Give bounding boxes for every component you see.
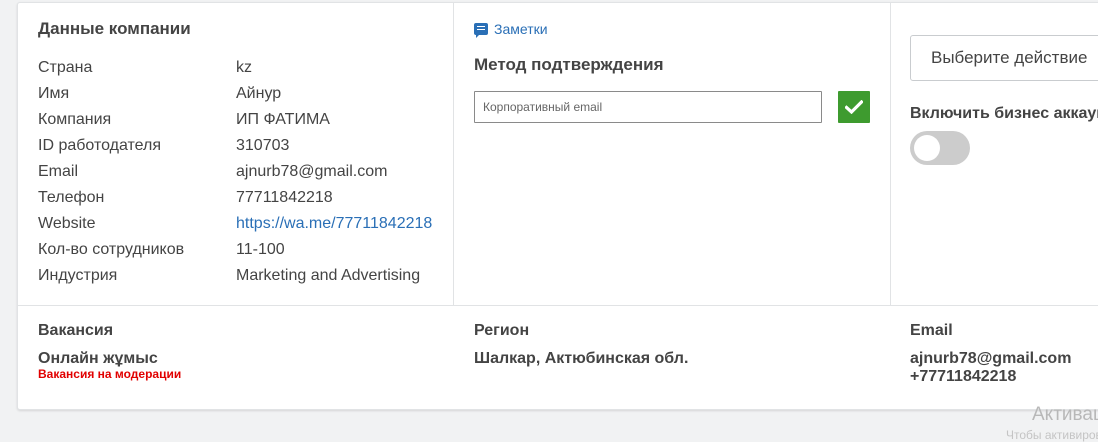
actions-panel: Выберите действие Включить бизнес аккаун… <box>891 3 1098 305</box>
action-select[interactable]: Выберите действие <box>910 35 1098 81</box>
employer-id-label: ID работодателя <box>38 137 162 154</box>
vacancy-summary: Вакансия Онлайн жұмыс Вакансия на модера… <box>18 305 1098 411</box>
moderation-status: Вакансия на модерации <box>38 367 182 381</box>
email-value: ajnurb78@gmail.com <box>236 163 388 180</box>
activation-watermark: Активация <box>1032 404 1098 425</box>
verification-method-title: Метод подтверждения <box>474 55 664 74</box>
vacancy-name: Онлайн жұмыс <box>38 350 158 367</box>
contact-email-header: Email <box>910 322 953 339</box>
email-label: Email <box>38 163 79 180</box>
website-link[interactable]: https://wa.me/77711842218 <box>236 215 432 233</box>
name-value: Айнур <box>236 85 282 102</box>
checkmark-icon <box>845 100 863 114</box>
name-label: Имя <box>38 85 70 102</box>
region-value: Шалкар, Актюбинская обл. <box>474 350 689 367</box>
contact-phone: +77711842218 <box>910 368 1017 385</box>
confirm-button[interactable] <box>838 91 870 123</box>
vacancy-header: Вакансия <box>38 322 114 339</box>
industry-label: Индустрия <box>38 267 118 284</box>
company-details-panel: Данные компании Страна kz Имя Айнур Комп… <box>18 3 454 305</box>
activation-watermark-subtext: Чтобы активировать <box>1006 428 1098 442</box>
comment-icon <box>474 23 488 38</box>
verification-panel: Заметки Метод подтверждения <box>454 3 891 305</box>
contact-email: ajnurb78@gmail.com <box>910 350 1072 367</box>
country-value: kz <box>236 59 252 76</box>
company-card: Данные компании Страна kz Имя Айнур Комп… <box>17 2 1098 410</box>
employer-id-value: 310703 <box>236 137 290 154</box>
employees-label: Кол-во сотрудников <box>38 241 185 258</box>
phone-label: Телефон <box>38 189 105 206</box>
business-account-label: Включить бизнес аккаунт <box>910 105 1098 122</box>
employees-value: 11-100 <box>236 241 285 258</box>
company-value: ИП ФАТИМА <box>236 111 330 128</box>
industry-value: Marketing and Advertising <box>236 267 421 284</box>
website-label: Website <box>38 215 96 232</box>
notes-link-label: Заметки <box>494 21 548 37</box>
phone-value: 77711842218 <box>236 189 333 206</box>
toggle-knob <box>914 135 940 161</box>
notes-link[interactable]: Заметки <box>474 21 548 38</box>
country-label: Страна <box>38 59 93 76</box>
corporate-email-input[interactable] <box>474 91 822 123</box>
business-account-toggle[interactable] <box>910 131 970 165</box>
company-details-title: Данные компании <box>38 19 191 38</box>
company-label: Компания <box>38 111 112 128</box>
region-header: Регион <box>474 322 530 339</box>
